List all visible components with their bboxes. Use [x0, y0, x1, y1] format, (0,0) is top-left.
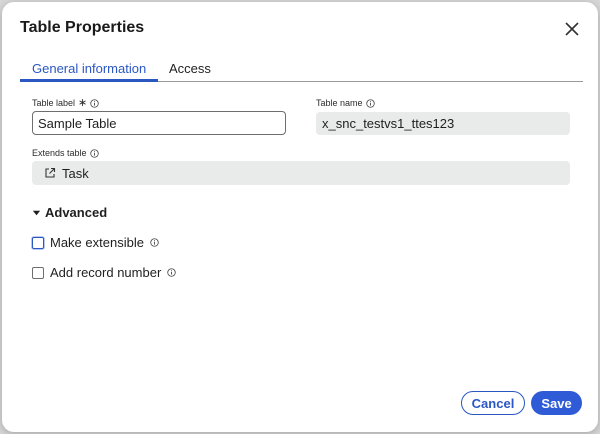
tab-access[interactable]: Access: [169, 61, 211, 76]
extends-table-value: Task: [62, 165, 89, 181]
required-asterisk-icon: ∗: [78, 96, 88, 109]
cancel-button[interactable]: Cancel: [461, 391, 525, 415]
dialog-title: Table Properties: [20, 19, 145, 36]
table-name-text: Table name: [316, 98, 363, 108]
make-extensible-option: Make extensible: [32, 235, 159, 250]
add-record-number-label[interactable]: Add record number: [50, 265, 161, 280]
table-name-label: Table name: [316, 98, 375, 108]
advanced-toggle[interactable]: Advanced: [32, 205, 107, 220]
close-icon: [565, 22, 579, 36]
caret-down-icon: [32, 210, 41, 216]
info-icon[interactable]: [167, 268, 176, 277]
tab-general-information[interactable]: General information: [32, 61, 146, 76]
info-icon[interactable]: [89, 148, 99, 158]
save-button[interactable]: Save: [531, 391, 582, 415]
active-tab-indicator: [20, 79, 158, 82]
table-name-value: x_snc_testvs1_ttes123: [316, 112, 570, 135]
info-icon[interactable]: [90, 98, 99, 108]
table-label-input[interactable]: [32, 111, 286, 135]
make-extensible-checkbox[interactable]: [32, 236, 44, 249]
table-properties-dialog: Table Properties General information Acc…: [2, 2, 598, 432]
close-button[interactable]: [560, 17, 584, 41]
info-icon[interactable]: [150, 238, 159, 247]
table-label-label: Table label ∗: [32, 96, 99, 109]
table-label-text: Table label: [32, 98, 76, 108]
external-link-icon: [45, 167, 56, 178]
advanced-label: Advanced: [45, 205, 108, 220]
extends-table-label: Extends table: [32, 148, 99, 158]
info-icon[interactable]: [365, 98, 375, 108]
add-record-number-checkbox[interactable]: [32, 266, 44, 279]
make-extensible-label[interactable]: Make extensible: [50, 235, 144, 250]
add-record-number-option: Add record number: [32, 265, 176, 280]
tab-bar: General information Access: [20, 56, 583, 82]
extends-table-text: Extends table: [32, 148, 87, 158]
extends-table-link[interactable]: Task: [32, 161, 570, 185]
